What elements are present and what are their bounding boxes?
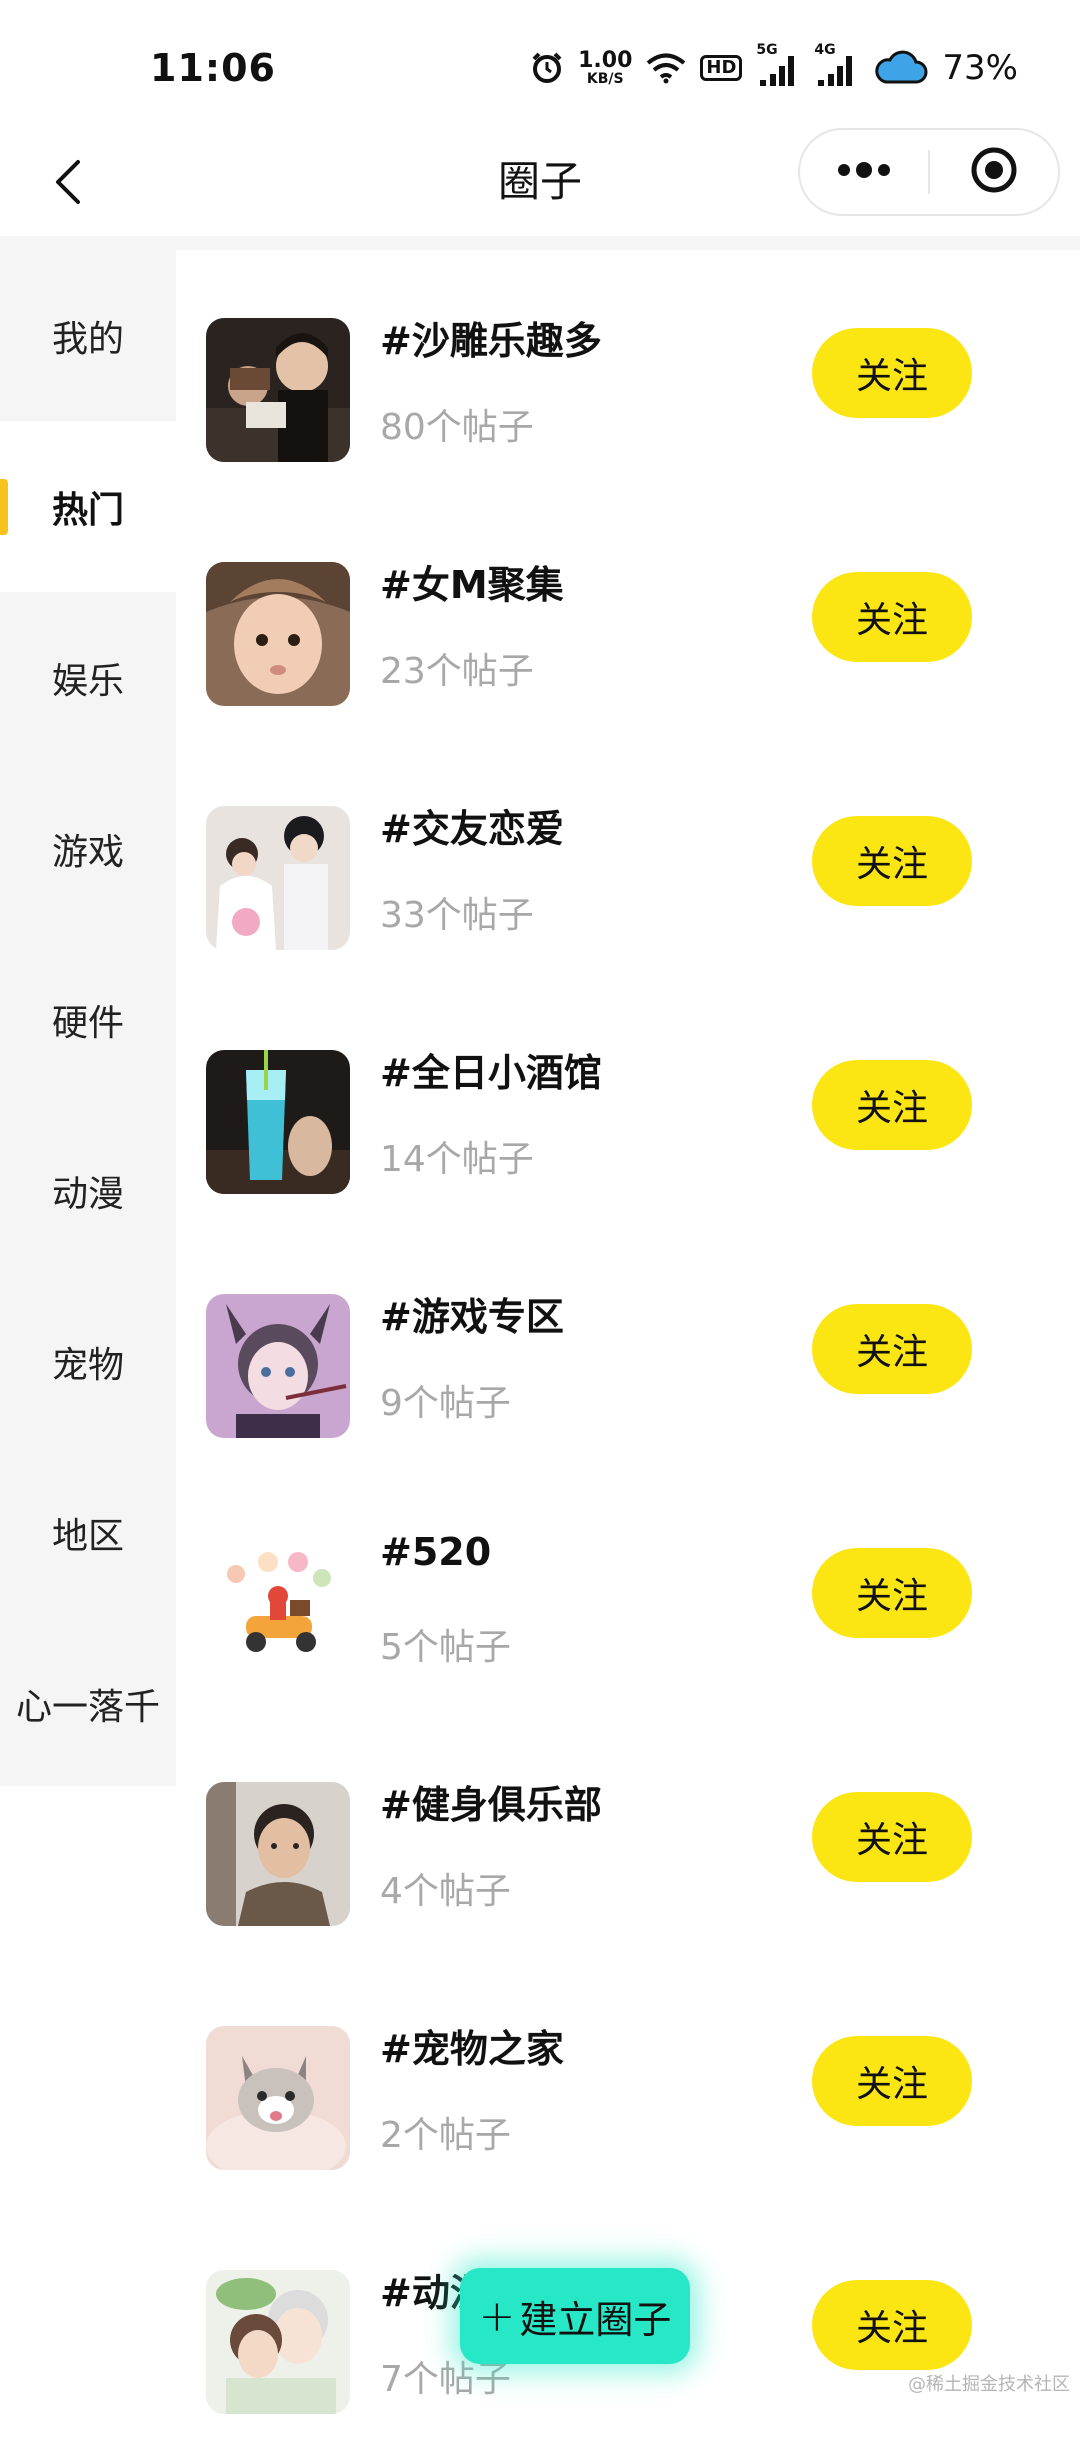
circle-title: #520 [380, 1530, 492, 1574]
circle-thumbnail [206, 2270, 350, 2414]
list-item[interactable]: #沙雕乐趣多 80个帖子 关注 [176, 250, 1080, 494]
post-count: 2个帖子 [380, 2115, 511, 2156]
net-speed: 1.00 KB/S [578, 48, 633, 87]
follow-button[interactable]: 关注 [812, 1792, 972, 1882]
list-item[interactable]: #健身俱乐部 4个帖子 关注 [176, 1714, 1080, 1958]
category-sidebar: 我的 热门 娱乐 游戏 硬件 动漫 宠物 地区 心一落千 [0, 250, 176, 1786]
status-icons: 1.00 KB/S HD 5G 4G 73% [530, 42, 1018, 92]
post-count: 14个帖子 [380, 1139, 534, 1180]
circle-thumbnail [206, 1782, 350, 1926]
circle-title: #全日小酒馆 [380, 1051, 602, 1095]
follow-button[interactable]: 关注 [812, 2280, 972, 2370]
more-dots-icon [836, 160, 892, 184]
signal-4g-icon: 4G [814, 42, 858, 88]
watermark: @稀土掘金技术社区 [908, 2374, 1070, 2395]
list-item[interactable]: #游戏专区 9个帖子 关注 [176, 1226, 1080, 1470]
alarm-icon [530, 51, 564, 85]
follow-button[interactable]: 关注 [812, 1060, 972, 1150]
circle-thumbnail [206, 1050, 350, 1194]
follow-button[interactable]: 关注 [812, 1304, 972, 1394]
follow-button[interactable]: 关注 [812, 572, 972, 662]
header-divider [0, 236, 1080, 250]
sidebar-item-anime[interactable]: 动漫 [0, 1105, 176, 1276]
cloud-icon [872, 50, 928, 86]
create-circle-label: 建立圈子 [519, 2297, 672, 2342]
circle-title: #健身俱乐部 [380, 1783, 602, 1827]
circle-title: #女M聚集 [380, 563, 564, 607]
circle-thumbnail [206, 318, 350, 462]
circle-title: #游戏专区 [380, 1295, 564, 1339]
post-count: 80个帖子 [380, 407, 534, 448]
circle-thumbnail [206, 1538, 350, 1682]
target-icon [969, 145, 1019, 199]
sidebar-item-hot[interactable]: 热门 [0, 421, 176, 592]
status-bar: 11:06 1.00 KB/S HD 5G 4G 73% [0, 0, 1080, 140]
post-count: 9个帖子 [380, 1383, 511, 1424]
post-count: 4个帖子 [380, 1871, 511, 1912]
circle-thumbnail [206, 806, 350, 950]
list-item[interactable]: #女M聚集 23个帖子 关注 [176, 494, 1080, 738]
circle-thumbnail [206, 2026, 350, 2170]
sidebar-item-mine[interactable]: 我的 [0, 250, 176, 421]
circle-thumbnail [206, 562, 350, 706]
list-item[interactable]: #交友恋爱 33个帖子 关注 [176, 738, 1080, 982]
hd-icon: HD [700, 55, 743, 81]
post-count: 23个帖子 [380, 651, 534, 692]
wifi-icon [646, 52, 686, 84]
post-count: 5个帖子 [380, 1627, 511, 1668]
nav-bar: 圈子 [0, 128, 1080, 238]
circle-title: #交友恋爱 [380, 807, 564, 851]
sidebar-item-xinyiluoqian[interactable]: 心一落千 [0, 1618, 176, 1789]
sidebar-item-games[interactable]: 游戏 [0, 763, 176, 934]
post-count: 33个帖子 [380, 895, 534, 936]
list-item[interactable]: #全日小酒馆 14个帖子 关注 [176, 982, 1080, 1226]
status-time: 11:06 [150, 46, 276, 90]
plus-icon: + [478, 2290, 516, 2342]
follow-button[interactable]: 关注 [812, 816, 972, 906]
list-item[interactable]: #520 5个帖子 关注 [176, 1470, 1080, 1714]
sidebar-item-hardware[interactable]: 硬件 [0, 934, 176, 1105]
follow-button[interactable]: 关注 [812, 1548, 972, 1638]
sidebar-item-pets[interactable]: 宠物 [0, 1276, 176, 1447]
sidebar-item-entertainment[interactable]: 娱乐 [0, 592, 176, 763]
miniprogram-capsule [798, 128, 1060, 216]
close-button[interactable] [930, 130, 1058, 214]
circle-title: #沙雕乐趣多 [380, 319, 602, 363]
signal-5g-icon: 5G [756, 42, 800, 88]
more-button[interactable] [800, 130, 928, 214]
battery-percent: 73% [942, 48, 1018, 88]
follow-button[interactable]: 关注 [812, 328, 972, 418]
sidebar-item-region[interactable]: 地区 [0, 1447, 176, 1618]
circle-title: #宠物之家 [380, 2027, 564, 2071]
active-indicator [0, 478, 8, 535]
list-item[interactable]: #宠物之家 2个帖子 关注 [176, 1958, 1080, 2202]
create-circle-button[interactable]: + 建立圈子 [460, 2268, 690, 2364]
circle-thumbnail [206, 1294, 350, 1438]
follow-button[interactable]: 关注 [812, 2036, 972, 2126]
